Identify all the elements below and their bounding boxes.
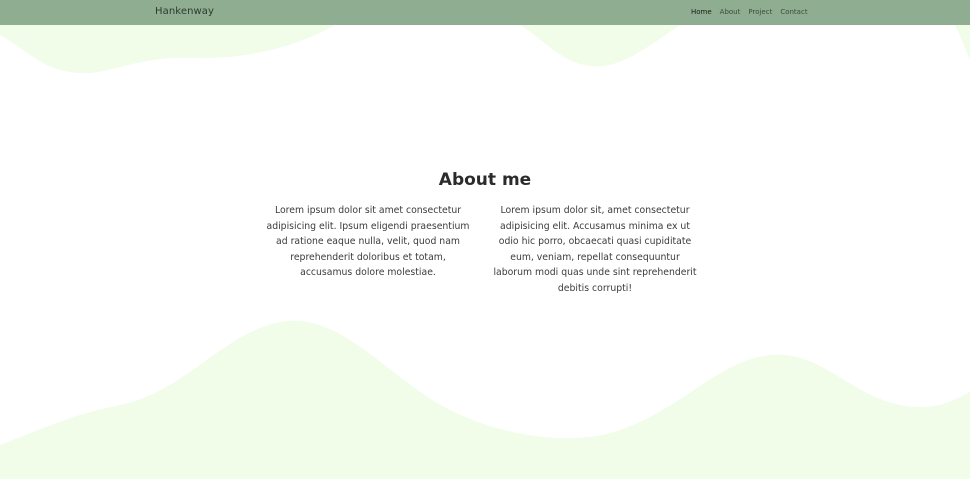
page: Hankenway Home About Project Contact Abo… xyxy=(0,0,970,479)
about-title: About me xyxy=(438,170,532,190)
about-column-left: Lorem ipsum dolor sit amet consectetur a… xyxy=(266,205,470,278)
about-column-right: Lorem ipsum dolor sit, amet consectetur … xyxy=(493,205,697,294)
navbar: Hankenway Home About Project Contact xyxy=(0,0,970,25)
nav-links: Home About Project Contact xyxy=(691,8,808,16)
nav-link-about[interactable]: About xyxy=(720,8,741,16)
bottom-wave xyxy=(0,320,970,479)
nav-link-home[interactable]: Home xyxy=(691,8,712,16)
top-right-wave xyxy=(520,25,680,67)
nav-link-project[interactable]: Project xyxy=(748,8,772,16)
nav-link-contact[interactable]: Contact xyxy=(780,8,807,16)
about-section: About me Lorem ipsum dolor sit amet cons… xyxy=(0,170,970,294)
top-right-corner-wave xyxy=(955,25,970,60)
top-left-wave xyxy=(0,25,335,74)
about-columns: Lorem ipsum dolor sit amet consectetur a… xyxy=(264,203,699,296)
brand-logo[interactable]: Hankenway xyxy=(155,6,214,17)
